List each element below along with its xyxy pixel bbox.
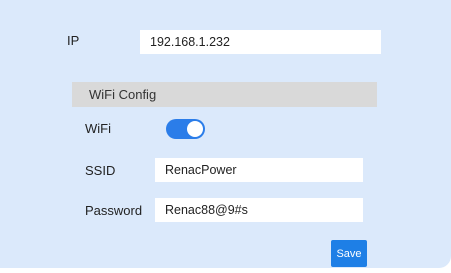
wifi-label: WiFi — [85, 121, 111, 136]
password-label: Password — [85, 203, 143, 218]
config-panel: IP WiFi Config WiFi SSID Password Save — [0, 0, 451, 268]
ssid-input[interactable] — [155, 158, 363, 182]
ip-input[interactable] — [140, 30, 381, 54]
save-button[interactable]: Save — [331, 240, 367, 267]
wifi-toggle-knob — [187, 121, 203, 137]
ssid-label: SSID — [85, 163, 116, 178]
wifi-toggle[interactable] — [166, 119, 205, 139]
password-input[interactable] — [155, 198, 363, 222]
wifi-config-title: WiFi Config — [89, 87, 157, 102]
wifi-config-header: WiFi Config — [72, 82, 377, 107]
ip-label: IP — [67, 33, 80, 48]
